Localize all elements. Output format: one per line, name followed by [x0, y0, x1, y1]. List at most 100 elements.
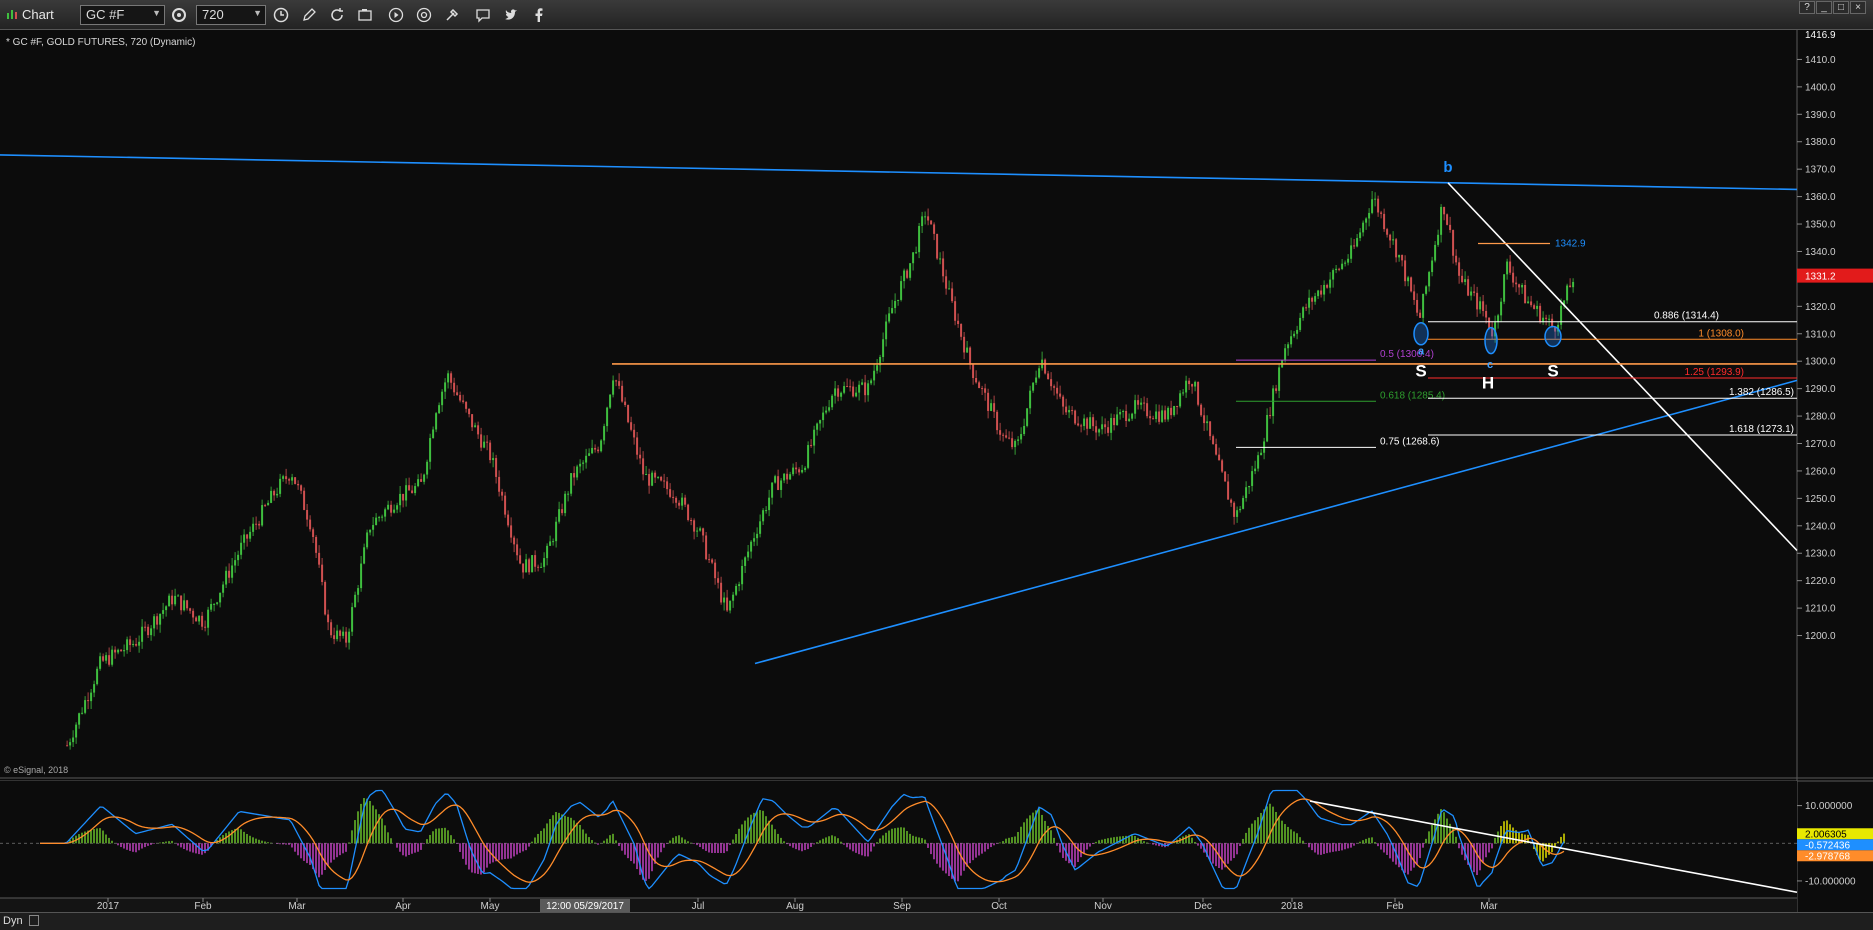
candle-body	[870, 380, 873, 384]
symbol-input[interactable]: GC #F ▼	[80, 5, 165, 25]
candle-body	[648, 474, 651, 486]
candle-body	[1362, 222, 1365, 233]
candle-body	[1320, 290, 1323, 295]
candle-body	[1482, 301, 1485, 312]
candle-body	[1347, 258, 1350, 263]
candle-body	[195, 617, 198, 622]
candle-body	[1068, 410, 1071, 413]
close-button[interactable]: ×	[1850, 1, 1866, 14]
candle-body	[1176, 405, 1179, 407]
interval-value: 720	[202, 7, 224, 22]
candle-body	[696, 530, 699, 532]
candle-body	[1113, 417, 1116, 426]
candle-body	[918, 226, 921, 253]
candle-body	[669, 489, 672, 497]
candle-body	[1323, 284, 1326, 295]
candle-body	[1446, 214, 1449, 225]
price-tick-label: 1400.0	[1805, 82, 1836, 93]
candle-body	[675, 497, 678, 503]
chart-area[interactable]: 1200.0 1210.0 1220.0 1230.0 1240.0 1250.0 1260…	[0, 30, 1873, 912]
clock-icon[interactable]	[270, 5, 292, 25]
time-tick-label: Mar	[288, 901, 306, 912]
candle-body	[1389, 234, 1392, 241]
candle-body	[945, 276, 948, 289]
candle-body	[864, 382, 867, 396]
candle-body	[1227, 481, 1230, 500]
settings-gear-icon[interactable]	[168, 5, 190, 25]
candle-body	[462, 400, 465, 402]
candle-body	[1131, 413, 1134, 419]
candle-body	[105, 655, 108, 661]
osc-tick-label: -10.000000	[1805, 876, 1856, 887]
candle-body	[1014, 440, 1017, 448]
candle-body	[975, 378, 978, 383]
candle-body	[660, 476, 663, 481]
interval-dropdown-icon[interactable]: ▼	[253, 8, 262, 18]
candle-body	[150, 628, 153, 636]
candle-body	[1239, 508, 1242, 511]
tools-icon[interactable]	[441, 5, 463, 25]
candle-body	[531, 555, 534, 573]
pencil-draw-icon[interactable]	[298, 5, 320, 25]
candle-body	[210, 604, 213, 610]
twitter-icon[interactable]	[500, 5, 522, 25]
candle-body	[1278, 367, 1281, 391]
candle-body	[663, 480, 666, 482]
candle-body	[1158, 411, 1161, 422]
candle-body	[1449, 224, 1452, 231]
pivot-circle	[1544, 325, 1562, 348]
candle-body	[720, 582, 723, 603]
candle-body	[1026, 408, 1029, 426]
candle-body	[1371, 199, 1374, 213]
candle-body	[186, 600, 189, 609]
candle-body	[405, 485, 408, 501]
chart-toolbar: Chart GC #F ▼ 720 ▼ ? _ □ ×	[0, 0, 1873, 30]
help-button[interactable]: ?	[1799, 1, 1815, 14]
candle-body	[1011, 438, 1014, 448]
candle-body	[885, 321, 888, 340]
maximize-button[interactable]: □	[1833, 1, 1849, 14]
comment-icon[interactable]	[472, 5, 494, 25]
candle-body	[1095, 426, 1098, 433]
refresh-icon[interactable]	[326, 5, 348, 25]
candle-body	[456, 392, 459, 396]
candle-body	[615, 380, 618, 382]
candle-body	[279, 478, 282, 494]
candle-body	[609, 394, 612, 408]
candle-body	[606, 407, 609, 427]
candle-body	[579, 463, 582, 467]
price-tick-label: 1260.0	[1805, 466, 1836, 477]
candle-body	[231, 565, 234, 578]
minimize-button[interactable]: _	[1816, 1, 1832, 14]
play-icon[interactable]	[385, 5, 407, 25]
candle-body	[1284, 348, 1287, 361]
candle-body	[312, 529, 315, 538]
candle-body	[285, 476, 288, 480]
link-icon[interactable]	[413, 5, 435, 25]
screenshot-icon[interactable]	[354, 5, 376, 25]
interval-input[interactable]: 720 ▼	[196, 5, 266, 25]
candle-body	[1533, 305, 1536, 309]
dyn-toggle-icon[interactable]	[29, 915, 39, 926]
candle-body	[852, 386, 855, 397]
facebook-icon[interactable]	[528, 5, 550, 25]
candle-body	[717, 578, 720, 583]
candle-body	[129, 639, 132, 646]
candle-body	[1059, 393, 1062, 397]
candle-body	[738, 584, 741, 587]
candle-body	[1377, 198, 1380, 213]
symbol-dropdown-icon[interactable]: ▼	[152, 8, 161, 18]
candle-body	[1008, 437, 1011, 439]
candle-body	[978, 382, 981, 389]
candle-body	[897, 299, 900, 301]
candle-body	[741, 565, 744, 585]
price-pane[interactable]	[0, 30, 1797, 780]
candle-body	[177, 595, 180, 597]
candle-body	[255, 523, 258, 525]
candle-body	[471, 414, 474, 428]
candle-body	[876, 365, 879, 371]
candle-body	[834, 388, 837, 396]
time-tick-label: Sep	[893, 901, 911, 912]
candle-body	[264, 505, 267, 507]
candle-body	[315, 537, 318, 553]
